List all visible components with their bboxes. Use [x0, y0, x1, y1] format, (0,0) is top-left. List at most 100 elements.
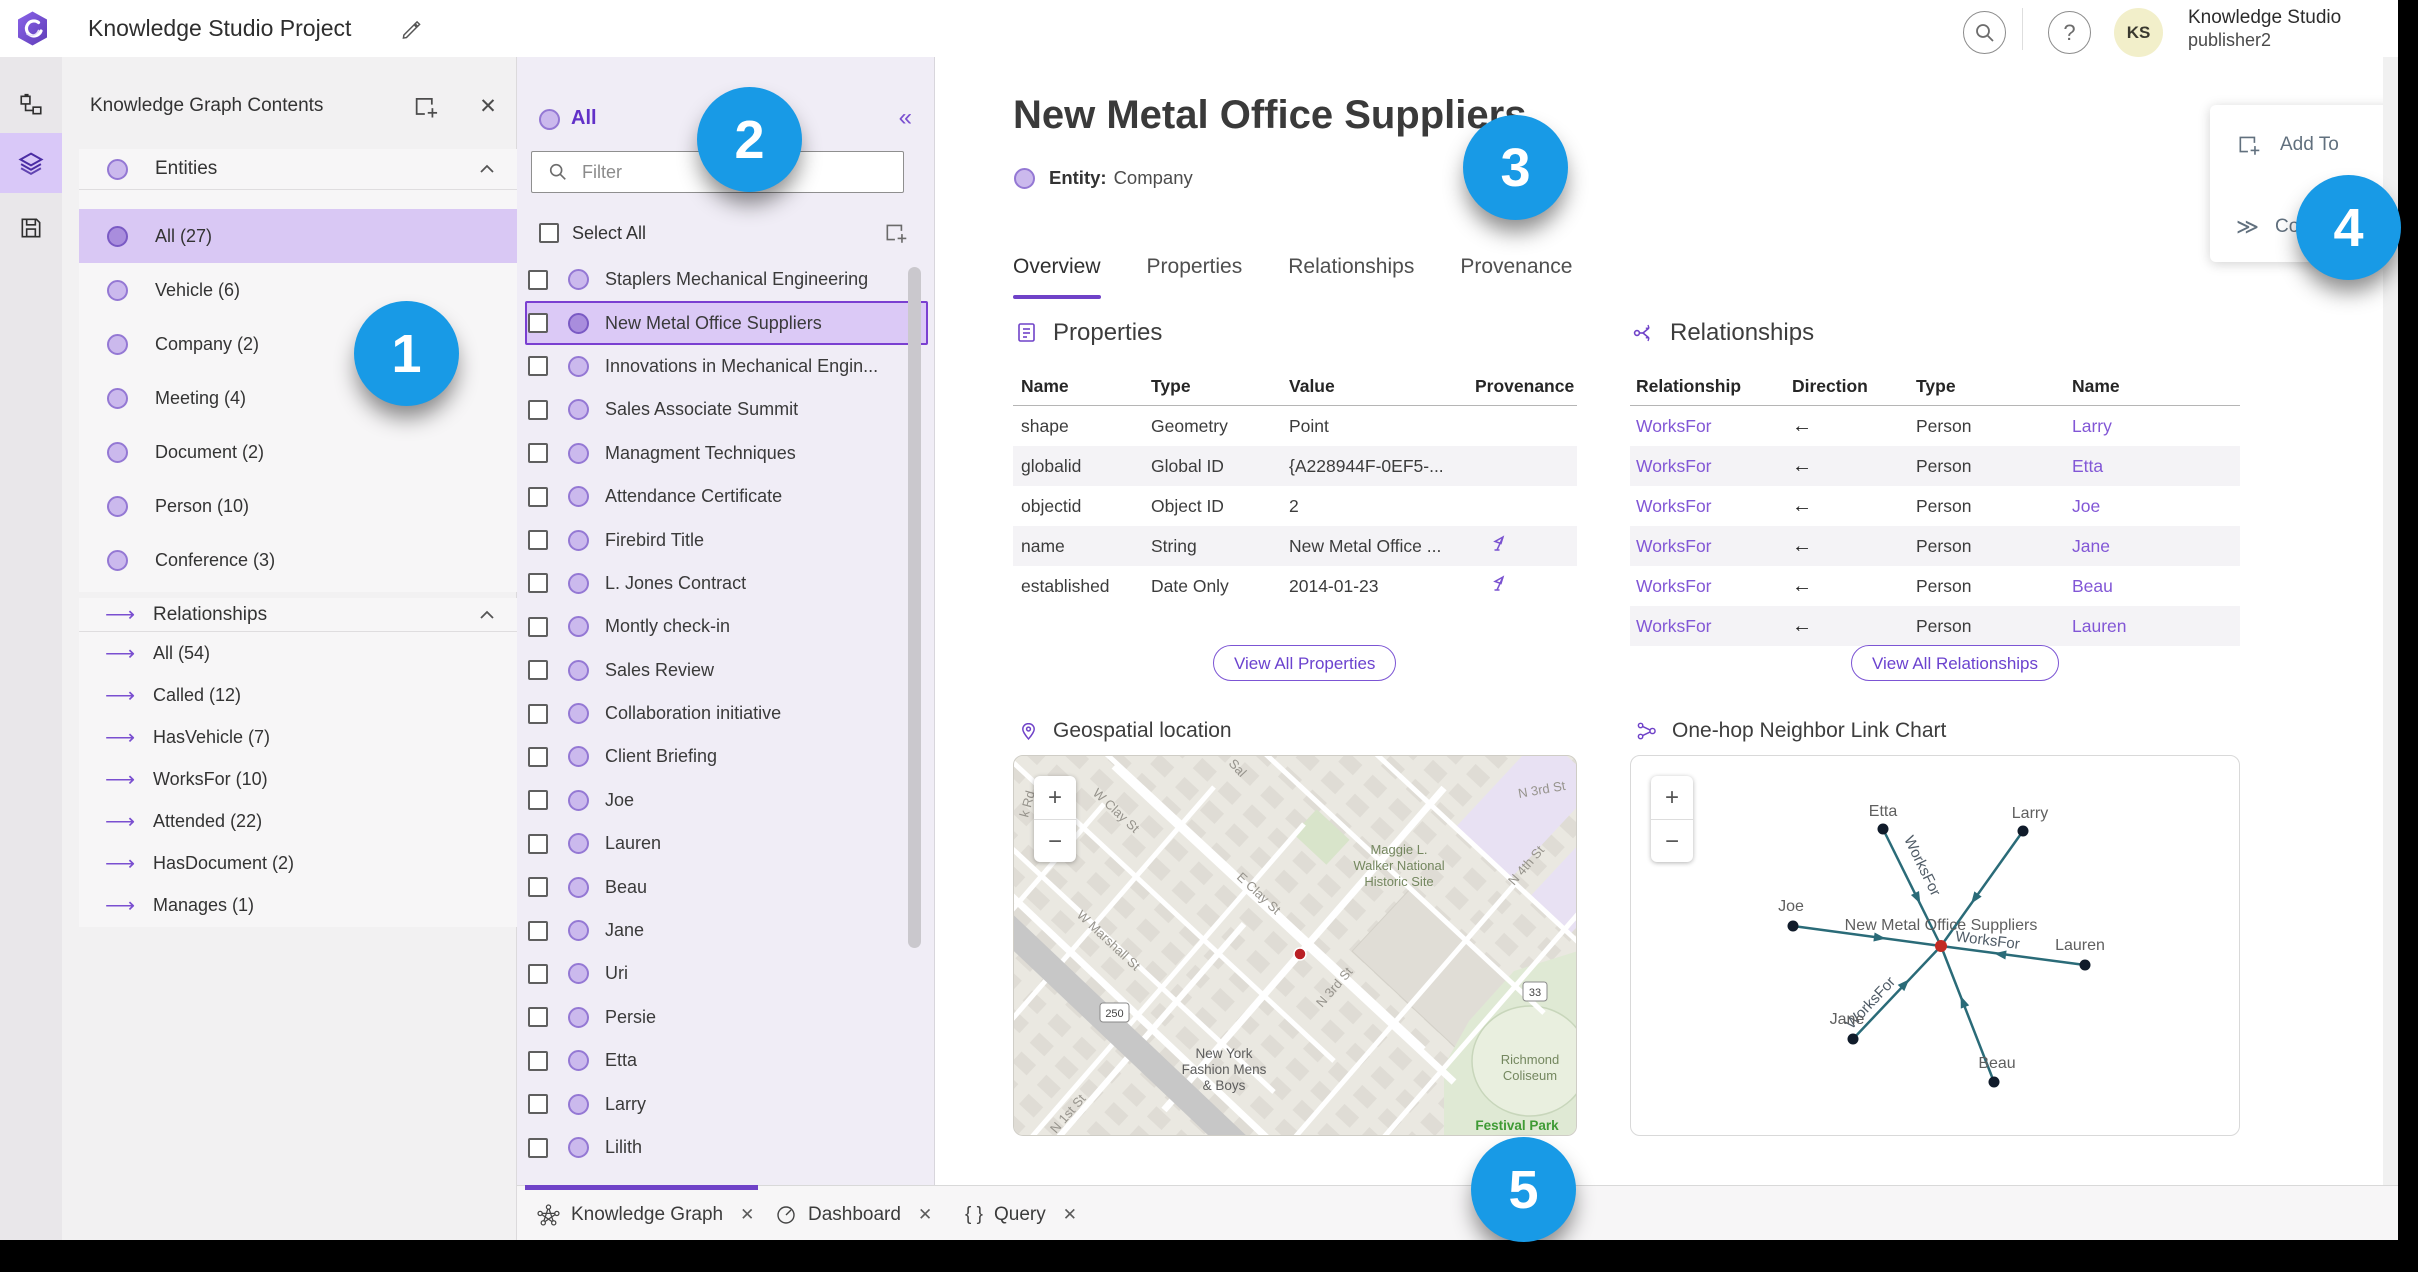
- item-checkbox[interactable]: [528, 616, 548, 637]
- related-entity-link[interactable]: Jane: [2072, 536, 2240, 557]
- entity-list-item[interactable]: Joe: [525, 779, 928, 822]
- entity-list-item[interactable]: Attendance Certificate: [525, 475, 928, 518]
- one-hop-link-chart[interactable]: WorksFor WorksFor WorksFor Etta Larry Jo…: [1630, 755, 2240, 1136]
- entity-list-item[interactable]: Beau: [525, 865, 928, 908]
- relationship-row[interactable]: WorksFor ← Person Etta: [1630, 446, 2240, 486]
- relationship-type-row[interactable]: ⟶ HasVehicle (7): [79, 716, 517, 758]
- related-entity-link[interactable]: Larry: [2072, 416, 2240, 437]
- property-row[interactable]: globalid Global ID {A228944F-0EF5-...: [1013, 446, 1577, 486]
- add-to-button[interactable]: Add To: [2210, 123, 2396, 167]
- property-row[interactable]: established Date Only 2014-01-23: [1013, 566, 1577, 606]
- item-checkbox[interactable]: [528, 790, 548, 811]
- close-tab-icon[interactable]: ✕: [918, 1205, 932, 1225]
- relationship-type-row[interactable]: ⟶ WorksFor (10): [79, 758, 517, 800]
- view-all-properties-button[interactable]: View All Properties: [1213, 645, 1397, 681]
- tab-properties[interactable]: Properties: [1147, 255, 1243, 279]
- collapse-caret-icon[interactable]: [479, 164, 495, 174]
- tab-query[interactable]: { } Query ✕: [965, 1191, 1077, 1239]
- add-selection-button[interactable]: [883, 220, 909, 246]
- item-checkbox[interactable]: [528, 833, 548, 854]
- rail-save-button[interactable]: [0, 198, 62, 258]
- tab-overview[interactable]: Overview: [1013, 255, 1101, 279]
- entity-type-row[interactable]: Person (10): [79, 479, 517, 533]
- property-row[interactable]: objectid Object ID 2: [1013, 486, 1577, 526]
- entity-list-item[interactable]: Lauren: [525, 822, 928, 865]
- relationship-type-row[interactable]: ⟶ All (54): [79, 632, 517, 674]
- search-button[interactable]: [1963, 11, 2006, 54]
- item-checkbox[interactable]: [528, 1137, 548, 1158]
- item-checkbox[interactable]: [528, 399, 548, 420]
- entity-list-item[interactable]: Lilith: [525, 1126, 928, 1169]
- tab-dashboard[interactable]: Dashboard ✕: [775, 1191, 932, 1239]
- entity-list-item[interactable]: Sales Review: [525, 649, 928, 692]
- edit-title-icon[interactable]: [400, 16, 426, 42]
- relationship-row[interactable]: WorksFor ← Person Lauren: [1630, 606, 2240, 646]
- relationship-type-row[interactable]: ⟶ Attended (22): [79, 800, 517, 842]
- entity-type-row[interactable]: Vehicle (6): [79, 263, 517, 317]
- entity-list-item[interactable]: Firebird Title: [525, 518, 928, 561]
- zoom-in-button[interactable]: +: [1034, 776, 1076, 820]
- entity-list-item[interactable]: Montly check-in: [525, 605, 928, 648]
- zoom-out-button[interactable]: −: [1651, 820, 1693, 863]
- property-row[interactable]: shape Geometry Point: [1013, 406, 1577, 446]
- relationship-name-link[interactable]: WorksFor: [1630, 536, 1792, 557]
- entity-list-item[interactable]: Managment Techniques: [525, 432, 928, 475]
- relationships-header[interactable]: ⟶ Relationships: [79, 598, 517, 632]
- rail-contents-button[interactable]: [0, 133, 62, 193]
- close-tab-icon[interactable]: ✕: [740, 1205, 754, 1225]
- knowledge-studio-logo-icon[interactable]: [14, 10, 51, 47]
- item-checkbox[interactable]: [528, 703, 548, 724]
- entity-list-item[interactable]: Larry: [525, 1082, 928, 1125]
- entity-list-item[interactable]: L. Jones Contract: [525, 562, 928, 605]
- item-checkbox[interactable]: [528, 443, 548, 464]
- collapse-caret-icon[interactable]: [479, 610, 495, 620]
- entity-list-item[interactable]: Staplers Mechanical Engineering: [525, 258, 928, 301]
- relationship-name-link[interactable]: WorksFor: [1630, 616, 1792, 637]
- item-checkbox[interactable]: [528, 530, 548, 551]
- tab-knowledge-graph[interactable]: Knowledge Graph ✕: [537, 1191, 754, 1239]
- entity-list-item[interactable]: Persie: [525, 996, 928, 1039]
- geospatial-map[interactable]: k Rd W Clay St Sal N 3rd St N 4th St Mag…: [1013, 755, 1577, 1136]
- close-panel-button[interactable]: ✕: [474, 93, 502, 121]
- related-entity-link[interactable]: Etta: [2072, 456, 2240, 477]
- entity-type-row[interactable]: Document (2): [79, 425, 517, 479]
- item-checkbox[interactable]: [528, 573, 548, 594]
- related-entity-link[interactable]: Joe: [2072, 496, 2240, 517]
- relationship-name-link[interactable]: WorksFor: [1630, 576, 1792, 597]
- relationship-row[interactable]: WorksFor ← Person Larry: [1630, 406, 2240, 446]
- relationship-row[interactable]: WorksFor ← Person Jane: [1630, 526, 2240, 566]
- item-checkbox[interactable]: [528, 356, 548, 377]
- relationship-name-link[interactable]: WorksFor: [1630, 496, 1792, 517]
- zoom-out-button[interactable]: −: [1034, 820, 1076, 863]
- entity-list-item[interactable]: Collaboration initiative: [525, 692, 928, 735]
- rail-schema-button[interactable]: [0, 75, 62, 135]
- relationship-name-link[interactable]: WorksFor: [1630, 416, 1792, 437]
- item-checkbox[interactable]: [528, 746, 548, 767]
- add-layer-button[interactable]: [412, 93, 440, 121]
- account-info[interactable]: Knowledge Studio publisher2: [2188, 7, 2341, 51]
- related-entity-link[interactable]: Beau: [2072, 576, 2240, 597]
- relationship-type-row[interactable]: ⟶ HasDocument (2): [79, 842, 517, 884]
- entity-list-item[interactable]: Uri: [525, 952, 928, 995]
- entity-list-item[interactable]: Etta: [525, 1039, 928, 1082]
- collapse-list-button[interactable]: «: [899, 104, 912, 132]
- relationship-name-link[interactable]: WorksFor: [1630, 456, 1792, 477]
- relationship-row[interactable]: WorksFor ← Person Beau: [1630, 566, 2240, 606]
- tab-relationships[interactable]: Relationships: [1288, 255, 1414, 279]
- tab-provenance[interactable]: Provenance: [1460, 255, 1572, 279]
- provenance-flag-icon[interactable]: [1491, 574, 1510, 593]
- item-checkbox[interactable]: [528, 486, 548, 507]
- entity-list-item[interactable]: Sales Associate Summit: [525, 388, 928, 431]
- view-all-relationships-button[interactable]: View All Relationships: [1851, 645, 2059, 681]
- item-checkbox[interactable]: [528, 1094, 548, 1115]
- select-all-checkbox[interactable]: [539, 223, 559, 243]
- relationship-type-row[interactable]: ⟶ Manages (1): [79, 884, 517, 926]
- item-checkbox[interactable]: [528, 313, 548, 334]
- zoom-in-button[interactable]: +: [1651, 776, 1693, 820]
- item-checkbox[interactable]: [528, 920, 548, 941]
- item-checkbox[interactable]: [528, 963, 548, 984]
- close-tab-icon[interactable]: ✕: [1063, 1205, 1077, 1225]
- item-checkbox[interactable]: [528, 269, 548, 290]
- entity-list-item[interactable]: Jane: [525, 909, 928, 952]
- entity-list-item[interactable]: Client Briefing: [525, 735, 928, 778]
